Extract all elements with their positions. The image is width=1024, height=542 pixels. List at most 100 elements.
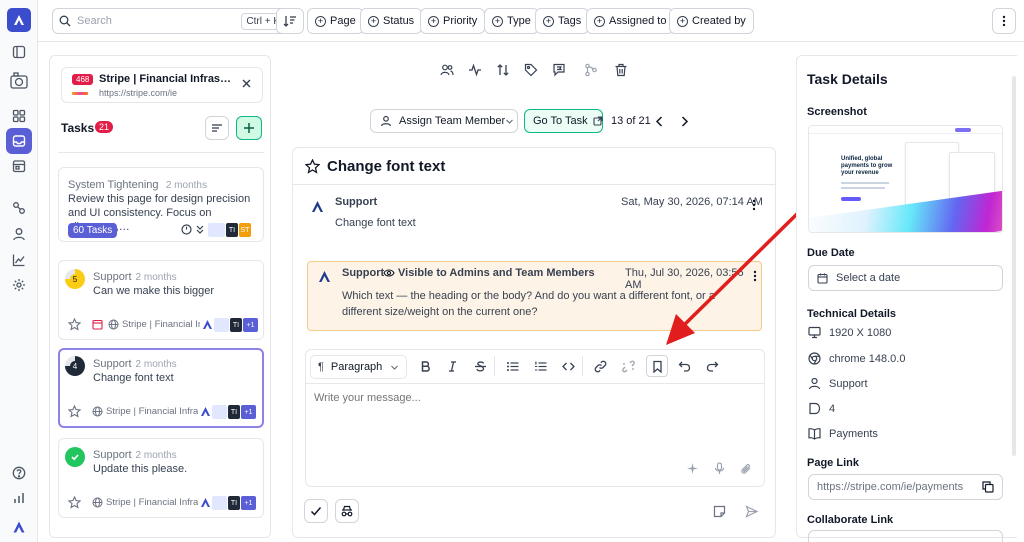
note-button[interactable] (708, 499, 730, 523)
screenshot-thumbnail[interactable]: Unified, global payments to grow your re… (808, 125, 1003, 233)
list-filter-icon (211, 122, 223, 134)
help-icon[interactable] (11, 465, 27, 481)
trash-icon[interactable] (614, 63, 630, 79)
close-tab-icon[interactable] (242, 79, 251, 88)
avatar: ST (239, 223, 251, 237)
globe-icon (108, 319, 119, 330)
filter-status-button[interactable]: + Status (360, 8, 423, 34)
undo-icon[interactable] (676, 358, 692, 374)
merge-icon[interactable] (584, 63, 600, 79)
filter-page-button[interactable]: + Page (307, 8, 364, 34)
star-icon[interactable] (68, 405, 81, 418)
team-icon[interactable] (440, 63, 456, 79)
resolve-button[interactable] (304, 499, 328, 523)
star-icon[interactable] (68, 496, 81, 509)
copy-icon[interactable] (982, 481, 994, 493)
italic-icon[interactable] (444, 358, 460, 374)
code-icon[interactable] (560, 358, 576, 374)
check-icon (310, 505, 322, 517)
site-thumb-icon (214, 318, 229, 332)
private-note-button[interactable] (335, 499, 359, 523)
search-icon (59, 15, 71, 27)
calendar-due-icon (92, 319, 103, 330)
page-link-label: Page Link (807, 457, 859, 469)
reports-bar-icon[interactable] (11, 490, 27, 506)
ai-sparkle-icon[interactable] (686, 462, 699, 475)
incognito-icon (340, 505, 354, 517)
bullet-list-icon[interactable] (504, 358, 520, 374)
collaborate-link-field[interactable] (808, 530, 1003, 542)
divider (494, 356, 495, 376)
bold-icon[interactable] (417, 358, 433, 374)
page-name-row: Payments (808, 427, 878, 440)
card-time: 2 months (135, 359, 177, 370)
screenshot-capture-icon[interactable] (8, 70, 30, 92)
flag-message-icon[interactable] (552, 63, 568, 79)
details-scrollbar[interactable] (1012, 76, 1016, 456)
due-date-picker[interactable]: Select a date (808, 265, 1003, 291)
calendar-icon[interactable] (11, 158, 27, 174)
site-tab[interactable]: 468 Stripe | Financial Infras… https://s… (61, 67, 263, 103)
filter-type-button[interactable]: + Type (484, 8, 539, 34)
list-filter-button[interactable] (205, 116, 229, 140)
message-input[interactable] (314, 392, 754, 442)
block-type-select[interactable]: ¶ Paragraph (310, 355, 407, 379)
next-task-icon[interactable] (680, 116, 689, 127)
inbox-icon[interactable] (6, 128, 32, 154)
star-icon[interactable] (68, 318, 81, 331)
task-card[interactable]: Support 2 months Update this please. Stri… (58, 438, 264, 518)
dashboard-grid-icon[interactable] (11, 108, 27, 124)
microphone-icon[interactable] (714, 462, 725, 475)
more-options-button[interactable] (992, 8, 1016, 34)
strikethrough-icon[interactable] (472, 358, 488, 374)
completed-check-icon (65, 447, 85, 467)
pagination-text: 13 of 21 (611, 115, 651, 127)
analytics-icon[interactable] (11, 252, 27, 268)
send-button[interactable] (740, 499, 762, 523)
page-link-field[interactable]: https://stripe.com/ie/payments (808, 474, 1003, 500)
user-icon[interactable] (11, 226, 27, 242)
link-icon[interactable] (592, 358, 608, 374)
redo-icon[interactable] (704, 358, 720, 374)
search-input[interactable] (77, 15, 242, 27)
sidebar-toggle-icon[interactable] (11, 44, 27, 60)
filter-created-button[interactable]: + Created by (669, 8, 754, 34)
timer-icon (181, 224, 192, 235)
sort-button[interactable] (276, 8, 304, 34)
search-box[interactable]: Ctrl + K (52, 8, 292, 34)
unlink-icon[interactable] (620, 358, 636, 374)
tag-icon[interactable] (524, 63, 540, 79)
external-link-icon (593, 116, 603, 126)
group-time: 2 months (165, 180, 207, 191)
filter-priority-button[interactable]: + Priority (420, 8, 486, 34)
filter-tags-button[interactable]: + Tags (535, 8, 590, 34)
go-to-task-button[interactable]: Go To Task (524, 109, 603, 133)
site-url: https://stripe.com/ie (99, 88, 178, 98)
integrations-icon[interactable] (11, 200, 27, 216)
chevron-down-icon (390, 363, 399, 372)
task-card[interactable]: 5 Support 2 months Can we make this bigge… (58, 260, 264, 340)
message-text: Change font text (335, 217, 416, 229)
globe-icon (92, 497, 103, 508)
site-thumb-icon (212, 496, 227, 510)
tag-count-row: 4 (808, 402, 835, 415)
plus-circle-icon: + (368, 15, 379, 27)
monitor-icon (808, 326, 821, 339)
numbered-list-icon[interactable] (532, 358, 548, 374)
prev-task-icon[interactable] (655, 116, 664, 127)
card-text: Change font text (93, 372, 174, 384)
app-logo[interactable] (7, 8, 31, 32)
assign-team-member-select[interactable]: Assign Team Member (370, 109, 518, 133)
filter-assigned-button[interactable]: + Assigned to (586, 8, 675, 34)
add-task-button[interactable] (236, 116, 262, 140)
settings-gear-icon[interactable] (11, 277, 27, 293)
activity-icon[interactable] (468, 63, 484, 79)
attachment-icon[interactable] (740, 462, 752, 475)
card-time: 2 months (135, 450, 177, 461)
favorite-star-icon[interactable] (305, 159, 320, 174)
brand-mark-icon[interactable] (11, 519, 27, 535)
plus-circle-icon: + (492, 15, 503, 27)
sort-arrows-icon[interactable] (496, 63, 512, 79)
task-group-card[interactable]: System Tightening 2 months Review this p… (58, 167, 264, 242)
task-card-selected[interactable]: 4 Support 2 months Change font text Strip… (58, 348, 264, 428)
